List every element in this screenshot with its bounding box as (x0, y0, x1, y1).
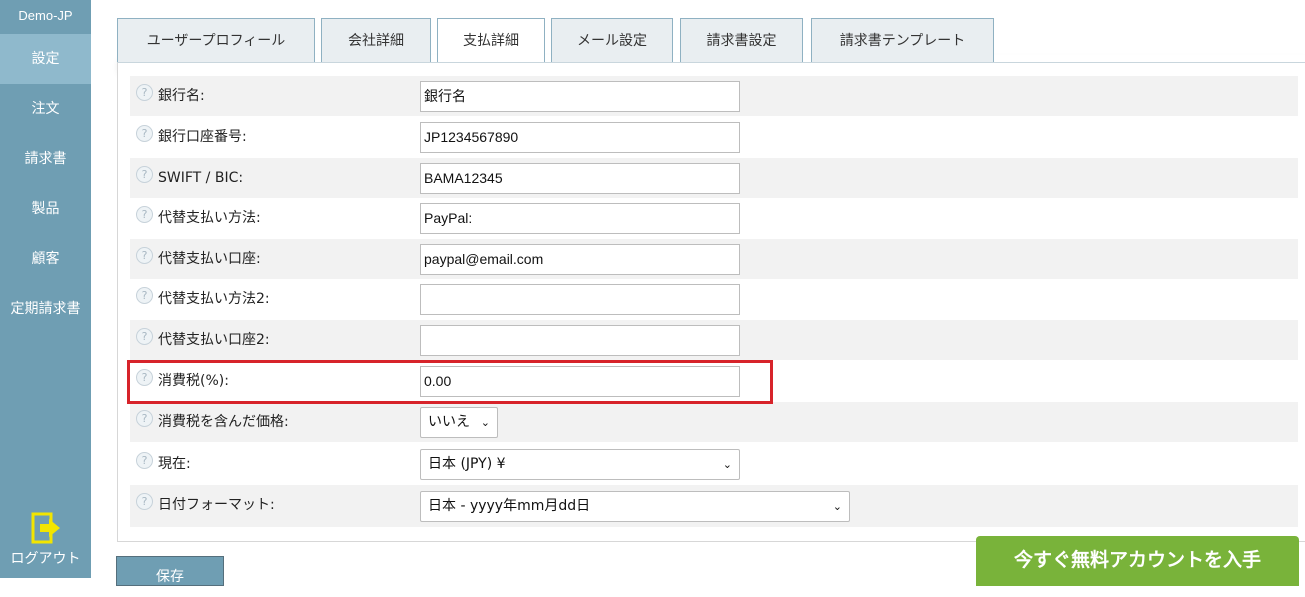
form-row-swift: ? SWIFT / BIC: BAMA12345 (130, 158, 1298, 198)
help-icon[interactable]: ? (136, 125, 153, 142)
alt-payment-method-input[interactable]: PayPal: (420, 203, 740, 234)
chevron-down-icon: ⌄ (832, 500, 842, 513)
field-label: 代替支払い方法: (158, 210, 261, 226)
sidebar-item-products[interactable]: 製品 (0, 184, 91, 234)
field-label: 代替支払い口座2: (158, 332, 270, 348)
logout-button[interactable]: ログアウト (0, 512, 91, 568)
logout-icon (31, 512, 60, 544)
date-format-select[interactable]: 日本 - yyyy年mm月dd日 ⌄ (420, 491, 850, 522)
tab-user-profile[interactable]: ユーザープロフィール (117, 18, 315, 62)
sidebar-item-recurring-invoices[interactable]: 定期請求書 (0, 284, 91, 334)
help-icon[interactable]: ? (136, 452, 153, 469)
alt-payment-account-2-input[interactable] (420, 325, 740, 356)
sidebar: Demo-JP 設定 注文 請求書 製品 顧客 定期請求書 ログアウト (0, 0, 91, 578)
tax-highlight-box (127, 360, 773, 404)
sidebar-item-settings[interactable]: 設定 (0, 34, 91, 84)
help-icon[interactable]: ? (136, 206, 153, 223)
bank-name-input[interactable]: 銀行名 (420, 81, 740, 112)
form-row-alt-method: ? 代替支払い方法: PayPal: (130, 198, 1298, 238)
alt-payment-account-input[interactable]: paypal@email.com (420, 244, 740, 275)
form-row-alt-account: ? 代替支払い口座: paypal@email.com (130, 239, 1298, 279)
help-icon[interactable]: ? (136, 493, 153, 510)
tab-invoice-settings[interactable]: 請求書設定 (680, 18, 803, 62)
chevron-down-icon: ⌄ (480, 416, 490, 429)
tab-invoice-templates[interactable]: 請求書テンプレート (811, 18, 994, 62)
brand-name: Demo-JP (18, 8, 73, 23)
alt-payment-method-2-input[interactable] (420, 284, 740, 315)
sidebar-item-invoices[interactable]: 請求書 (0, 134, 91, 184)
help-icon[interactable]: ? (136, 287, 153, 304)
field-label: 銀行口座番号: (158, 129, 247, 145)
help-icon[interactable]: ? (136, 328, 153, 345)
sidebar-item-customers[interactable]: 顧客 (0, 234, 91, 284)
swift-input[interactable]: BAMA12345 (420, 163, 740, 194)
field-label: 代替支払い方法2: (158, 291, 270, 307)
logout-label: ログアウト (10, 551, 81, 567)
sidebar-item-orders[interactable]: 注文 (0, 84, 91, 134)
tab-payment-details[interactable]: 支払詳細 (437, 18, 545, 63)
tax-inclusive-select[interactable]: いいえ ⌄ (420, 407, 498, 438)
tab-company-details[interactable]: 会社詳細 (321, 18, 431, 62)
form-row-date-format: ? 日付フォーマット: 日本 - yyyy年mm月dd日 ⌄ (130, 485, 1298, 527)
form-row-tax-inclusive: ? 消費税を含んだ価格: いいえ ⌄ (130, 402, 1298, 442)
field-label: SWIFT / BIC: (158, 170, 244, 186)
form-row-alt-method-2: ? 代替支払い方法2: (130, 279, 1298, 319)
tax-inclusive-value: いいえ (428, 414, 470, 430)
help-icon[interactable]: ? (136, 410, 153, 427)
form-row-alt-account-2: ? 代替支払い口座2: (130, 320, 1298, 360)
currency-value: 日本 (JPY) ¥ (428, 456, 506, 472)
get-free-account-button[interactable]: 今すぐ無料アカウントを入手 (976, 536, 1299, 586)
save-button[interactable]: 保存 (116, 556, 224, 586)
field-label: 代替支払い口座: (158, 251, 261, 267)
help-icon[interactable]: ? (136, 84, 153, 101)
chevron-down-icon: ⌄ (722, 458, 732, 471)
field-label: 消費税を含んだ価格: (158, 414, 289, 430)
form-row-currency: ? 現在: 日本 (JPY) ¥ ⌄ (130, 444, 1298, 484)
field-label: 日付フォーマット: (158, 497, 275, 513)
form-row-bank-name: ? 銀行名: 銀行名 (130, 76, 1298, 116)
account-number-input[interactable]: JP1234567890 (420, 122, 740, 153)
field-label: 現在: (158, 456, 191, 472)
field-label: 銀行名: (158, 88, 205, 104)
help-icon[interactable]: ? (136, 166, 153, 183)
date-format-value: 日本 - yyyy年mm月dd日 (428, 498, 591, 514)
currency-select[interactable]: 日本 (JPY) ¥ ⌄ (420, 449, 740, 480)
help-icon[interactable]: ? (136, 247, 153, 264)
tab-email-settings[interactable]: メール設定 (551, 18, 673, 62)
form-row-account-number: ? 銀行口座番号: JP1234567890 (130, 117, 1298, 157)
